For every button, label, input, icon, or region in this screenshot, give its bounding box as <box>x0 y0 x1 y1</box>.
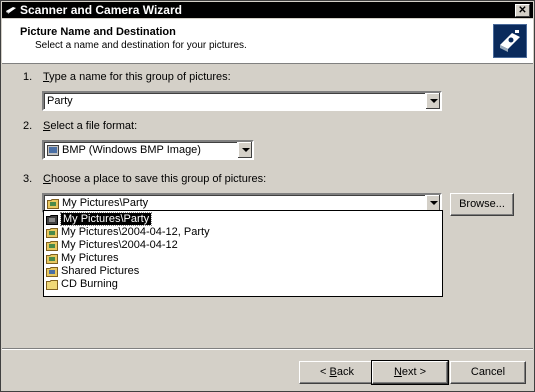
group-name-combo[interactable]: Party <box>42 91 442 111</box>
shared-folder-icon <box>46 266 58 277</box>
chevron-down-icon <box>430 99 438 103</box>
back-button[interactable]: < Back <box>299 361 375 384</box>
pictures-folder-icon <box>46 214 58 225</box>
footer-separator <box>2 348 533 350</box>
close-button[interactable]: ✕ <box>515 4 530 17</box>
folder-icon <box>46 279 58 290</box>
save-location-list[interactable]: My Pictures\Party My Pictures\2004-04-12… <box>43 210 443 297</box>
pictures-folder-icon <box>46 240 58 251</box>
list-item[interactable]: My Pictures\2004-04-12, Party <box>46 226 210 239</box>
list-item[interactable]: My Pictures\Party <box>46 212 153 226</box>
wizard-window: Scanner and Camera Wizard ✕ Picture Name… <box>0 0 535 392</box>
bmp-file-icon <box>47 144 59 156</box>
list-item[interactable]: My Pictures <box>46 252 118 265</box>
file-format-value: BMP (Windows BMP Image) <box>47 144 201 156</box>
step2-number: 2. <box>23 120 33 132</box>
window-title: Scanner and Camera Wizard <box>20 3 182 17</box>
pictures-folder-icon <box>46 227 58 238</box>
chevron-down-icon <box>242 148 250 152</box>
list-item[interactable]: CD Burning <box>46 278 118 291</box>
next-button[interactable]: Next > <box>371 360 449 385</box>
page-subtitle: Select a name and destination for your p… <box>35 40 247 51</box>
cancel-button[interactable]: Cancel <box>450 361 526 384</box>
file-format-combo[interactable]: BMP (Windows BMP Image) <box>42 140 254 160</box>
step1-label: 1. Type a name for this group of pictures… <box>23 71 231 83</box>
list-item[interactable]: Shared Pictures <box>46 265 139 278</box>
browse-button[interactable]: Browse... <box>450 193 514 216</box>
close-icon: ✕ <box>518 5 527 16</box>
camera-wizard-icon <box>493 24 527 58</box>
step2-label: 2. Select a file format: <box>23 120 138 132</box>
save-location-value: My Pictures\Party <box>47 197 148 209</box>
save-location-dropdown-button[interactable] <box>425 195 440 211</box>
group-name-dropdown-button[interactable] <box>425 93 440 109</box>
list-item[interactable]: My Pictures\2004-04-12 <box>46 239 178 252</box>
step1-number: 1. <box>23 71 33 83</box>
folder-icon <box>47 198 59 209</box>
chevron-down-icon <box>430 201 438 205</box>
wizard-header: Picture Name and Destination Select a na… <box>2 19 533 64</box>
pictures-folder-icon <box>46 253 58 264</box>
step3-label: 3. Choose a place to save this group of p… <box>23 173 267 185</box>
file-format-dropdown-button[interactable] <box>237 142 252 158</box>
title-bar[interactable]: Scanner and Camera Wizard ✕ <box>2 2 533 18</box>
step3-number: 3. <box>23 173 33 185</box>
scanner-app-icon <box>6 7 16 14</box>
group-name-value: Party <box>47 95 73 107</box>
page-title: Picture Name and Destination <box>20 26 176 38</box>
